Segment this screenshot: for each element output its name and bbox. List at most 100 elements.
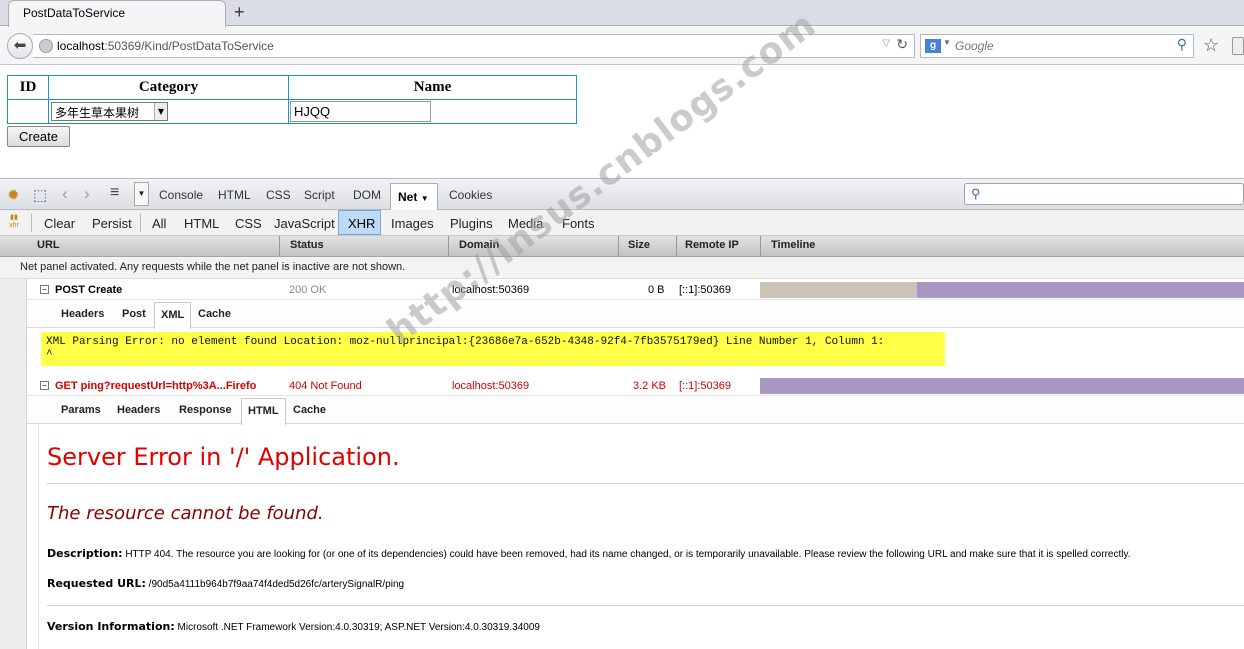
inspect-icon[interactable]: ⬚ — [33, 186, 47, 204]
tab-strip: PostDataToService + — [0, 0, 1244, 27]
timeline-receiving-bar — [760, 378, 1244, 394]
subtab-post[interactable]: Post — [122, 308, 146, 320]
version-label: Version Information: — [47, 620, 175, 633]
filter-images[interactable]: Images — [391, 216, 434, 231]
request-url: GET ping?requestUrl=http%3A...Firefo — [55, 380, 257, 392]
name-cell — [288, 99, 577, 124]
net-column-headers: URL Status Domain Size Remote IP Timelin… — [0, 236, 1244, 257]
requested-url: Requested URL: /90d5a4111b964b7f9aa74f4d… — [47, 577, 404, 590]
subtab-html[interactable]: HTML — [241, 398, 286, 425]
net-filter-bar: ▮▮ xhr Clear Persist All HTML CSS JavaScr… — [0, 210, 1244, 236]
request-size: 0 B — [648, 284, 665, 296]
column-url[interactable]: URL — [0, 236, 280, 256]
subtab-response[interactable]: Response — [179, 404, 232, 416]
tab-net[interactable]: Net ▼ — [390, 183, 438, 210]
description-text: HTTP 404. The resource you are looking f… — [125, 549, 1131, 560]
reload-icon[interactable]: ↻ — [896, 36, 908, 53]
chevron-down-icon: ▼ — [154, 103, 167, 120]
html-response-preview: Server Error in '/' Application. The res… — [38, 425, 1244, 649]
collapse-icon[interactable]: − — [40, 285, 49, 294]
url-path: :50369/Kind/PostDataToService — [104, 39, 274, 53]
collapse-icon[interactable]: − — [40, 381, 49, 390]
browser-tab[interactable]: PostDataToService — [8, 0, 226, 27]
subtab-params[interactable]: Params — [61, 404, 101, 416]
description-label: Description: — [47, 547, 123, 560]
request-size: 3.2 KB — [633, 380, 667, 392]
firebug-search-input[interactable]: ⚲ — [964, 183, 1244, 205]
firebug-bug-icon[interactable]: ✹ — [7, 186, 20, 204]
filter-html[interactable]: HTML — [184, 216, 219, 231]
xml-parsing-error: XML Parsing Error: no element found Loca… — [41, 332, 945, 366]
request-status: 200 OK — [289, 284, 327, 296]
column-status[interactable]: Status — [280, 236, 449, 256]
tab-css[interactable]: CSS — [266, 188, 291, 202]
tab-cookies[interactable]: Cookies — [449, 188, 492, 202]
clear-button[interactable]: Clear — [44, 216, 75, 231]
forward-icon[interactable]: › — [84, 184, 90, 204]
create-button[interactable]: Create — [7, 126, 70, 147]
name-input[interactable] — [290, 101, 431, 122]
request-remote-ip: [::1]:50369 — [679, 380, 731, 392]
separator — [31, 214, 32, 232]
subtab-cache[interactable]: Cache — [198, 308, 231, 320]
chevron-down-icon: ▼ — [943, 38, 951, 47]
column-domain[interactable]: Domain — [449, 236, 619, 256]
tab-console[interactable]: Console — [159, 188, 203, 202]
version-information: Version Information: Microsoft .NET Fram… — [47, 620, 540, 633]
tab-html[interactable]: HTML — [218, 188, 251, 202]
column-timeline[interactable]: Timeline — [761, 236, 1244, 256]
search-icon: ⚲ — [971, 186, 981, 201]
request-row[interactable]: − GET ping?requestUrl=http%3A...Firefo 4… — [27, 377, 1244, 396]
toolbar-overflow-icon[interactable] — [1232, 37, 1244, 55]
chevron-down-icon[interactable]: ▼ — [134, 182, 149, 206]
category-cell: 多年生草本果树 ▼ — [48, 99, 289, 124]
request-row[interactable]: − POST Create 200 OK localhost:50369 0 B… — [27, 281, 1244, 300]
tab-script[interactable]: Script — [304, 188, 335, 202]
filter-plugins[interactable]: Plugins — [450, 216, 493, 231]
timeline-receiving-bar — [917, 282, 1244, 298]
address-bar[interactable]: localhost:50369/Kind/PostDataToService ▽… — [33, 34, 915, 58]
back-arrow-icon: ⬅ — [13, 37, 27, 54]
xhr-breakpoint-icon[interactable]: ▮▮ xhr — [7, 214, 21, 230]
search-icon[interactable]: ⚲ — [1177, 36, 1187, 53]
divider — [47, 483, 1244, 484]
category-selected-value: 多年生草本果树 — [55, 106, 140, 120]
filter-javascript[interactable]: JavaScript — [274, 216, 335, 231]
category-form-table: ID Category Name 多年生草本果树 ▼ — [7, 75, 577, 124]
bookmark-star-icon[interactable]: ☆ — [1203, 35, 1219, 56]
search-box[interactable]: g ▼ Google ⚲ — [920, 34, 1194, 58]
request-remote-ip: [::1]:50369 — [679, 284, 731, 296]
menu-icon[interactable]: ≡ — [110, 184, 119, 202]
request-domain: localhost:50369 — [452, 380, 530, 392]
subtab-headers[interactable]: Headers — [117, 404, 160, 416]
divider — [47, 605, 1244, 606]
google-icon[interactable]: g — [925, 39, 941, 53]
filter-fonts[interactable]: Fonts — [562, 216, 595, 231]
subtab-xml[interactable]: XML — [154, 302, 192, 329]
filter-xhr[interactable]: XHR — [338, 210, 381, 235]
version-value: Microsoft .NET Framework Version:4.0.303… — [177, 622, 540, 633]
persist-button[interactable]: Persist — [92, 216, 132, 231]
error-description: Description: HTTP 404. The resource you … — [47, 547, 1131, 560]
firebug-toolbar: ✹ ⬚ ‹ › ≡ ▼ Console HTML CSS Script DOM … — [0, 179, 1244, 210]
request-detail-tabs: Headers Post XML Cache — [27, 302, 1244, 329]
column-size[interactable]: Size — [619, 236, 677, 256]
url-history-dropdown-icon[interactable]: ▽ — [882, 38, 890, 49]
column-remote-ip[interactable]: Remote IP — [677, 236, 761, 256]
search-placeholder: Google — [955, 39, 994, 53]
filter-css[interactable]: CSS — [235, 216, 262, 231]
back-icon[interactable]: ‹ — [62, 184, 68, 204]
tab-dom[interactable]: DOM — [353, 188, 381, 202]
column-header-name: Name — [288, 75, 577, 100]
request-detail-tabs: Params Headers Response HTML Cache — [27, 398, 1244, 425]
subtab-headers[interactable]: Headers — [61, 308, 104, 320]
tab-net-label: Net — [398, 190, 418, 204]
filter-media[interactable]: Media — [508, 216, 543, 231]
error-page-subtitle: The resource cannot be found. — [47, 503, 324, 524]
subtab-cache[interactable]: Cache — [293, 404, 326, 416]
filter-all[interactable]: All — [152, 216, 166, 231]
tab-title: PostDataToService — [23, 6, 126, 20]
new-tab-button[interactable]: + — [234, 2, 245, 22]
category-select[interactable]: 多年生草本果树 ▼ — [51, 102, 168, 121]
back-button[interactable]: ⬅ — [7, 33, 33, 59]
